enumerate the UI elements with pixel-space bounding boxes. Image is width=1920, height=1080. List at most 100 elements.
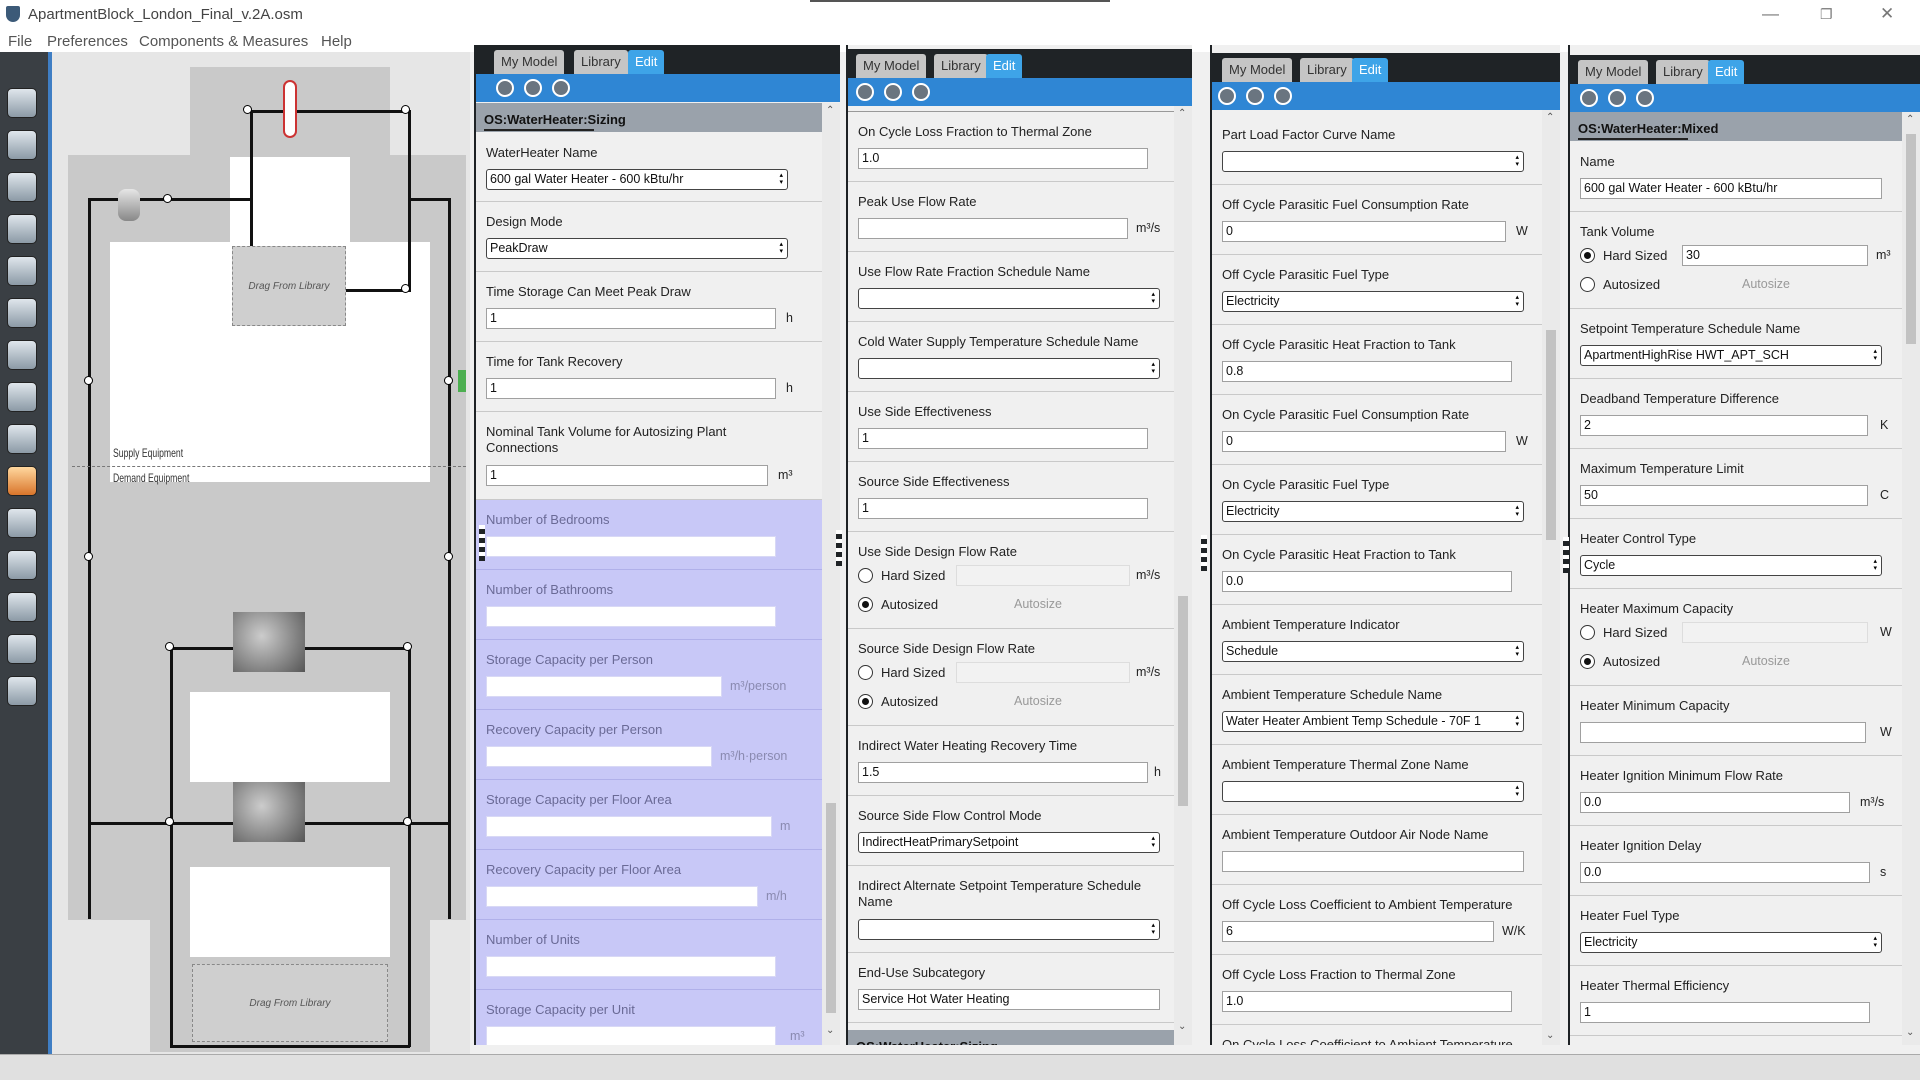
use-side-effectiveness-input[interactable]: 1 xyxy=(858,428,1148,449)
panel-resize-grip[interactable] xyxy=(479,525,485,561)
cold-water-supply-schedule-select[interactable] xyxy=(858,358,1160,379)
loop-icon[interactable] xyxy=(1608,89,1626,107)
tab-library[interactable]: Library xyxy=(934,54,988,78)
ambient-temperature-schedule-select[interactable]: Water Heater Ambient Temp Schedule - 70F… xyxy=(1222,711,1524,732)
output-variables-icon[interactable] xyxy=(7,508,37,538)
part-load-factor-curve-select[interactable] xyxy=(1222,151,1524,172)
facility-icon[interactable] xyxy=(7,340,37,370)
autosize-button[interactable]: Autosize xyxy=(1742,277,1790,291)
gear-icon[interactable] xyxy=(1580,89,1598,107)
loop-node[interactable] xyxy=(401,284,410,293)
menu-help[interactable]: Help xyxy=(321,33,352,50)
deadband-temperature-input[interactable]: 2 xyxy=(1580,415,1868,436)
loop-icon[interactable] xyxy=(524,79,542,97)
on-cycle-loss-fraction-input[interactable]: 1.0 xyxy=(858,148,1148,169)
restore-icon[interactable]: ❐ xyxy=(1820,6,1833,23)
hard-sized-radio[interactable] xyxy=(1580,248,1595,263)
indirect-alternate-setpoint-select[interactable] xyxy=(858,919,1160,940)
heater-control-type-select[interactable]: Cycle xyxy=(1580,555,1882,576)
water-use-connections-icon[interactable] xyxy=(233,612,305,672)
heater-ignition-delay-input[interactable]: 0.0 xyxy=(1580,862,1870,883)
loop-icon[interactable] xyxy=(1246,87,1264,105)
gear-icon[interactable] xyxy=(1218,87,1236,105)
off-cycle-parasitic-fuel-type-select[interactable]: Electricity xyxy=(1222,291,1524,312)
on-cycle-parasitic-fuel-type-select[interactable]: Electricity xyxy=(1222,501,1524,522)
on-cycle-parasitic-heat-fraction-input[interactable]: 0.0 xyxy=(1222,571,1512,592)
waterheater-name-select[interactable]: 600 gal Water Heater - 600 kBtu/hr xyxy=(486,169,788,190)
maximum-temperature-limit-input[interactable]: 50 xyxy=(1580,485,1868,506)
pump-icon[interactable] xyxy=(118,189,140,221)
design-mode-select[interactable]: PeakDraw xyxy=(486,238,788,259)
scroll-thumb[interactable] xyxy=(1178,596,1188,806)
hard-sized-radio[interactable] xyxy=(1580,625,1595,640)
run-simulation-icon[interactable] xyxy=(7,634,37,664)
panel1-scrollbar[interactable]: ⌃ ⌄ xyxy=(822,103,840,1045)
heater-minimum-capacity-input[interactable] xyxy=(1580,722,1866,743)
tab-my-model[interactable]: My Model xyxy=(1578,60,1649,84)
tab-library[interactable]: Library xyxy=(1300,58,1354,82)
panel-resize-grip[interactable] xyxy=(1563,537,1569,573)
scroll-down-icon[interactable]: ⌄ xyxy=(1546,1030,1554,1041)
tank-volume-input[interactable]: 30 xyxy=(1682,245,1868,266)
scroll-thumb[interactable] xyxy=(1906,134,1916,344)
loop-icon[interactable] xyxy=(912,83,930,101)
heater-ignition-flow-rate-input[interactable]: 0.0 xyxy=(1580,792,1850,813)
off-cycle-loss-coefficient-input[interactable]: 6 xyxy=(1222,921,1494,942)
autosize-button[interactable]: Autosize xyxy=(1742,654,1790,668)
time-recovery-input[interactable]: 1 xyxy=(486,378,776,399)
hard-sized-radio[interactable] xyxy=(858,665,873,680)
autosized-radio[interactable] xyxy=(858,694,873,709)
scroll-up-icon[interactable]: ⌃ xyxy=(1546,112,1554,123)
loop-node[interactable] xyxy=(444,376,453,385)
loop-node[interactable] xyxy=(84,552,93,561)
storage-per-person-input[interactable] xyxy=(486,676,722,697)
menu-components-measures[interactable]: Components & Measures xyxy=(139,33,308,50)
setpoint-manager-icon[interactable] xyxy=(458,370,466,392)
loop-node[interactable] xyxy=(403,817,412,826)
scroll-down-icon[interactable]: ⌄ xyxy=(826,1025,834,1036)
source-side-flow-rate-input[interactable] xyxy=(956,662,1130,683)
constructions-icon[interactable] xyxy=(7,172,37,202)
nominal-tank-volume-input[interactable]: 1 xyxy=(486,465,768,486)
thermal-zones-icon[interactable] xyxy=(7,424,37,454)
ambient-temperature-indicator-select[interactable]: Schedule xyxy=(1222,641,1524,662)
storage-per-floor-area-input[interactable] xyxy=(486,816,772,837)
simulation-settings-icon[interactable] xyxy=(7,550,37,580)
number-units-input[interactable] xyxy=(486,956,776,977)
drag-from-library-bottom[interactable]: Drag From Library xyxy=(192,964,388,1042)
recovery-per-person-input[interactable] xyxy=(486,746,712,767)
use-flow-rate-schedule-select[interactable] xyxy=(858,288,1160,309)
name-input[interactable]: 600 gal Water Heater - 600 kBtu/hr xyxy=(1580,178,1882,199)
loop-icon[interactable] xyxy=(884,83,902,101)
off-cycle-parasitic-fuel-rate-input[interactable]: 0 xyxy=(1222,221,1506,242)
loop-node[interactable] xyxy=(444,552,453,561)
peak-use-flow-rate-input[interactable] xyxy=(858,218,1128,239)
loop-icon[interactable] xyxy=(1636,89,1654,107)
drag-from-library-top[interactable]: Drag From Library xyxy=(232,246,346,326)
schedules-icon[interactable] xyxy=(7,130,37,160)
menu-preferences[interactable]: Preferences xyxy=(47,33,128,50)
setpoint-temperature-schedule-select[interactable]: ApartmentHighRise HWT_APT_SCH xyxy=(1580,345,1882,366)
geometry-icon[interactable] xyxy=(7,298,37,328)
panel4-scrollbar[interactable]: ⌃ ⌄ xyxy=(1902,112,1920,1045)
water-heater-icon[interactable] xyxy=(283,80,297,138)
space-types-icon[interactable] xyxy=(7,256,37,286)
scroll-thumb[interactable] xyxy=(1546,330,1556,540)
storage-per-unit-input[interactable] xyxy=(486,1026,776,1045)
autosize-button[interactable]: Autosize xyxy=(1014,597,1062,611)
loop-node[interactable] xyxy=(84,376,93,385)
spaces-icon[interactable] xyxy=(7,382,37,412)
scroll-down-icon[interactable]: ⌄ xyxy=(1178,1021,1186,1032)
loop-icon[interactable] xyxy=(552,79,570,97)
tab-edit[interactable]: Edit xyxy=(986,54,1023,78)
menu-file[interactable]: File xyxy=(8,33,32,50)
loop-node[interactable] xyxy=(243,105,252,114)
scroll-thumb[interactable] xyxy=(826,803,836,1013)
source-side-flow-control-select[interactable]: IndirectHeatPrimarySetpoint xyxy=(858,832,1160,853)
loop-node[interactable] xyxy=(165,642,174,651)
tab-library[interactable]: Library xyxy=(574,50,628,74)
minimize-icon[interactable]: — xyxy=(1762,4,1779,24)
close-icon[interactable]: ✕ xyxy=(1880,4,1894,24)
tab-my-model[interactable]: My Model xyxy=(1222,58,1293,82)
loop-node[interactable] xyxy=(165,817,174,826)
